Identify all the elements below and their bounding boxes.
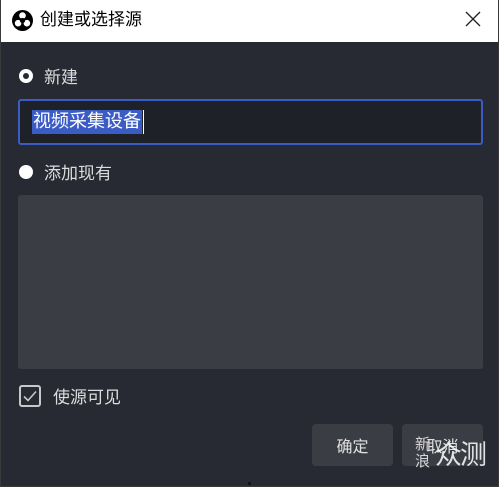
close-button[interactable] [448, 0, 498, 42]
existing-sources-list[interactable] [18, 195, 483, 369]
title-bar: 创建或选择源 [1, 0, 498, 42]
checkmark-icon [23, 390, 37, 402]
create-select-source-dialog: 创建或选择源 新建 视频采集设备 添加现有 使源可见 确定 取消 新浪 众测 [0, 0, 499, 487]
close-icon [465, 11, 481, 31]
source-name-input[interactable]: 视频采集设备 [18, 99, 483, 145]
window-title: 创建或选择源 [40, 10, 142, 30]
existing-radio[interactable] [19, 164, 33, 179]
existing-radio-label: 添加现有 [44, 164, 112, 184]
new-source-option[interactable]: 新建 [19, 63, 78, 88]
add-existing-option[interactable]: 添加现有 [19, 159, 112, 184]
ok-button[interactable]: 确定 [312, 424, 393, 466]
cancel-button[interactable]: 取消 [402, 424, 483, 466]
new-radio[interactable] [19, 68, 33, 83]
resize-grip-dot [248, 482, 251, 485]
visible-checkbox-label: 使源可见 [53, 388, 121, 408]
source-name-value: 视频采集设备 [32, 110, 142, 134]
obs-logo-icon [12, 10, 33, 31]
text-caret [143, 110, 144, 134]
new-radio-label: 新建 [44, 68, 78, 88]
visible-checkbox[interactable] [19, 384, 41, 407]
make-source-visible-option[interactable]: 使源可见 [19, 383, 121, 408]
